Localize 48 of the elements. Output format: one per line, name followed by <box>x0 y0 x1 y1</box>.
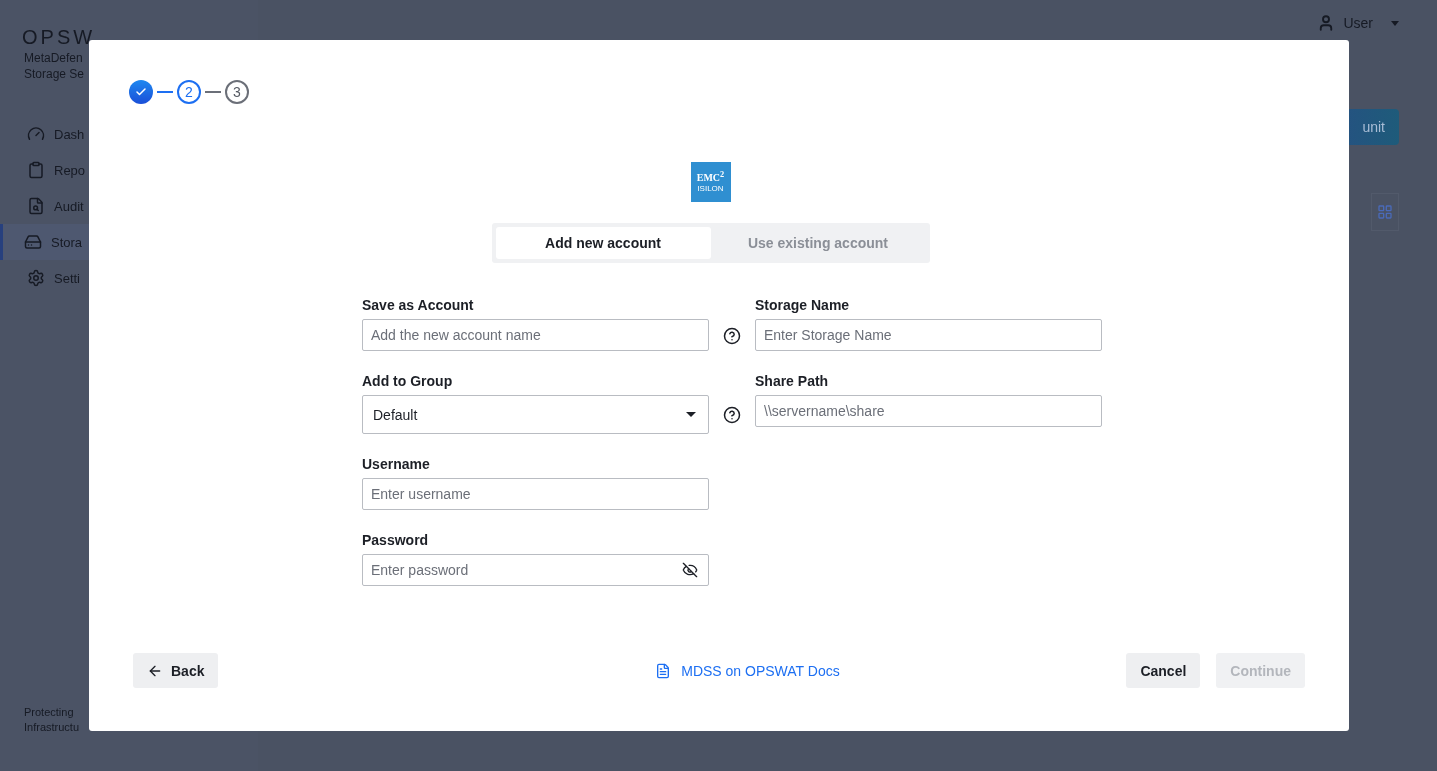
settings-icon <box>27 269 45 287</box>
select-value: Default <box>373 406 418 423</box>
user-menu[interactable]: User <box>1343 15 1373 31</box>
group-select[interactable]: Default <box>362 395 709 434</box>
document-icon <box>655 662 672 679</box>
nav-label: Audit <box>54 198 84 214</box>
product-name: MetaDefen <box>23 50 83 66</box>
docs-link[interactable]: MDSS on OPSWAT Docs <box>655 662 840 679</box>
text-input[interactable]: Add the new account name <box>362 319 709 351</box>
text-input[interactable]: \\servername\share <box>755 395 1102 427</box>
text-input[interactable]: Enter username <box>362 478 709 510</box>
caret-icon <box>686 412 696 417</box>
tab[interactable]: Add new account <box>495 227 711 259</box>
gauge-icon <box>27 125 45 143</box>
caret-icon <box>1391 20 1399 26</box>
document-search-icon <box>27 197 45 215</box>
nav-item[interactable]: Dash <box>0 116 258 152</box>
field-label: Add to Group <box>362 373 454 389</box>
brand-logo: OPSW <box>21 25 96 50</box>
nav-item[interactable]: Repo <box>0 152 258 188</box>
grid-icon <box>1377 204 1393 220</box>
nav-label: Dash <box>54 126 85 142</box>
eye-slash-icon[interactable] <box>682 562 698 578</box>
field-label: Username <box>362 456 431 472</box>
help-icon[interactable] <box>723 406 741 424</box>
field-label: Save as Account <box>362 297 475 313</box>
clipboard-icon <box>27 161 45 179</box>
nav-item[interactable]: Audit <box>0 188 258 224</box>
drive-icon <box>24 233 42 251</box>
step-indicator: 3 <box>225 80 249 104</box>
nav-item[interactable]: Setti <box>0 260 258 296</box>
field-label: Password <box>362 532 430 548</box>
step-indicator: 2 <box>177 80 201 104</box>
nav-label: Setti <box>54 270 80 286</box>
storage-logo: EMC$^{2}$ ISILON <box>690 162 731 202</box>
password-input[interactable]: Enter password <box>362 554 709 586</box>
back-button[interactable]: Back <box>133 653 219 688</box>
text-input[interactable]: Enter Storage Name <box>755 319 1102 351</box>
field-label: Storage Name <box>755 297 851 313</box>
cancel-button[interactable]: Cancel <box>1126 653 1201 688</box>
tab[interactable]: Use existing account <box>710 227 926 259</box>
tagline: Infrastructu <box>24 720 80 735</box>
nav-label: Repo <box>54 162 86 178</box>
product-name: Storage Se <box>23 66 85 82</box>
help-icon[interactable] <box>723 327 741 345</box>
nav-label: Stora <box>51 234 83 250</box>
tagline: Protecting <box>24 705 74 720</box>
field-label: Share Path <box>755 373 830 389</box>
